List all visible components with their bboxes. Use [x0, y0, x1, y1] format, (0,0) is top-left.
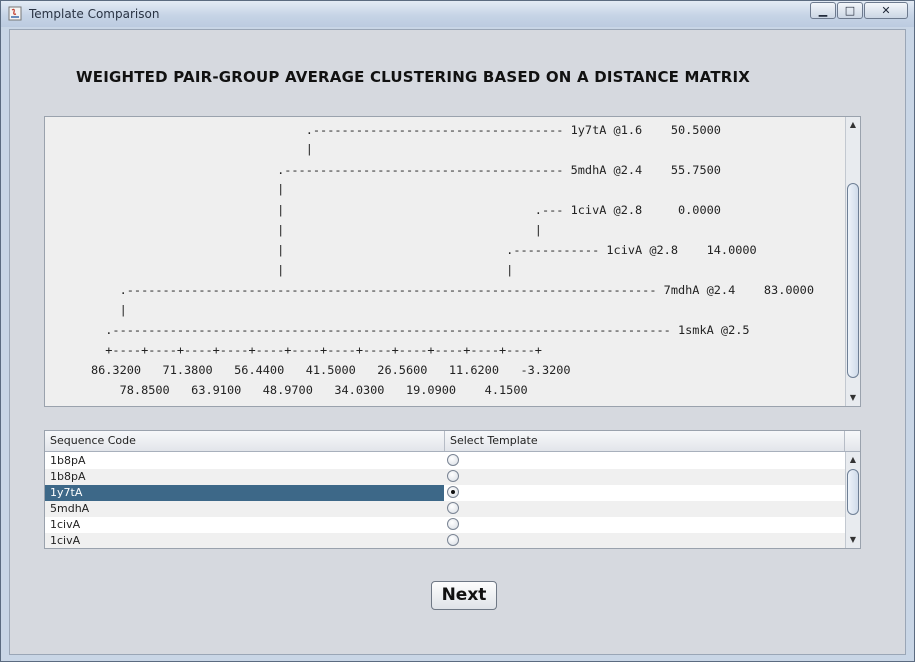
select-template-cell	[445, 533, 845, 548]
dendrogram-line: .---------------------------------------…	[48, 163, 721, 177]
table-header: Sequence Code Select Template	[45, 431, 860, 452]
dendrogram-line: .---------------------------------------…	[48, 283, 814, 297]
dendrogram-line: .---------------------------------------…	[48, 323, 750, 337]
dendrogram-line: | .--- 1civA @2.8 0.0000	[48, 203, 721, 217]
dendrogram-panel: . .----------------------------------- 1…	[44, 116, 861, 407]
content-panel: WEIGHTED PAIR-GROUP AVERAGE CLUSTERING B…	[9, 29, 906, 655]
scroll-down-arrow-icon[interactable]: ▼	[846, 391, 860, 405]
dendrogram-line: |	[48, 303, 127, 317]
sequence-code-cell[interactable]: 1civA	[45, 517, 444, 533]
page-title: WEIGHTED PAIR-GROUP AVERAGE CLUSTERING B…	[76, 68, 751, 86]
column-header-select-template[interactable]: Select Template	[445, 431, 845, 451]
sequence-code-cell[interactable]: 1b8pA	[45, 453, 444, 469]
dendrogram-line: +----+----+----+----+----+----+----+----…	[48, 343, 542, 357]
window-title: Template Comparison	[29, 7, 160, 21]
table-row[interactable]: 5mdhA	[45, 501, 846, 517]
dendrogram-line: | |	[48, 263, 514, 277]
next-button[interactable]: Next	[431, 581, 497, 610]
template-comparison-window: Template Comparison ▁ □ ✕ WEIGHTED PAIR-…	[0, 0, 915, 662]
dendrogram-line: 78.8500 63.9100 48.9700 34.0300 19.0900 …	[48, 383, 528, 397]
select-template-radio[interactable]	[447, 534, 459, 546]
table-row[interactable]: 1b8pA	[45, 469, 846, 485]
select-template-radio[interactable]	[447, 454, 459, 466]
select-template-cell	[445, 453, 845, 469]
dendrogram-line: |	[48, 182, 285, 196]
select-template-radio[interactable]	[447, 502, 459, 514]
dendrogram-scrollbar[interactable]: ▲ ▼	[845, 117, 860, 406]
sequence-code-cell[interactable]: 1y7tA	[45, 485, 444, 501]
scrollbar-thumb[interactable]	[847, 469, 859, 515]
table-row[interactable]: 1civA	[45, 517, 846, 533]
select-template-radio[interactable]	[447, 470, 459, 482]
dendrogram-line: 86.3200 71.3800 56.4400 41.5000 26.5600 …	[48, 363, 571, 377]
dendrogram-line: | |	[48, 223, 542, 237]
minimize-button[interactable]: ▁	[810, 2, 836, 19]
table-scrollbar[interactable]: ▲ ▼	[845, 452, 860, 548]
dendrogram-line: | .------------ 1civA @2.8 14.0000	[48, 243, 757, 257]
column-header-sequence-code[interactable]: Sequence Code	[45, 431, 445, 451]
select-template-cell	[445, 469, 845, 485]
dendrogram-line: |	[48, 142, 313, 156]
sequence-code-cell[interactable]: 5mdhA	[45, 501, 444, 517]
select-template-cell	[445, 485, 845, 501]
template-table: Sequence Code Select Template 1b8pA 1b8pA…	[44, 430, 861, 549]
sequence-code-cell[interactable]: 1civA	[45, 533, 444, 548]
table-row[interactable]: 1civA	[45, 533, 846, 548]
scroll-up-arrow-icon[interactable]: ▲	[846, 118, 860, 132]
table-body: 1b8pA 1b8pA 1y7tA 5mdhA 1civA 1civA	[45, 453, 846, 548]
table-row[interactable]: 1y7tA	[45, 485, 846, 501]
select-template-cell	[445, 501, 845, 517]
java-app-icon	[8, 6, 22, 21]
scroll-down-arrow-icon[interactable]: ▼	[846, 533, 860, 547]
dendrogram-line: .----------------------------------- 1y7…	[48, 123, 721, 137]
table-row[interactable]: 1b8pA	[45, 453, 846, 469]
close-button[interactable]: ✕	[864, 2, 908, 19]
scroll-up-arrow-icon[interactable]: ▲	[846, 453, 860, 467]
select-template-radio[interactable]	[447, 486, 459, 498]
select-template-radio[interactable]	[447, 518, 459, 530]
scrollbar-thumb[interactable]	[847, 183, 859, 378]
title-bar[interactable]: Template Comparison ▁ □ ✕	[1, 1, 914, 27]
select-template-cell	[445, 517, 845, 533]
maximize-button[interactable]: □	[837, 2, 863, 19]
sequence-code-cell[interactable]: 1b8pA	[45, 469, 444, 485]
